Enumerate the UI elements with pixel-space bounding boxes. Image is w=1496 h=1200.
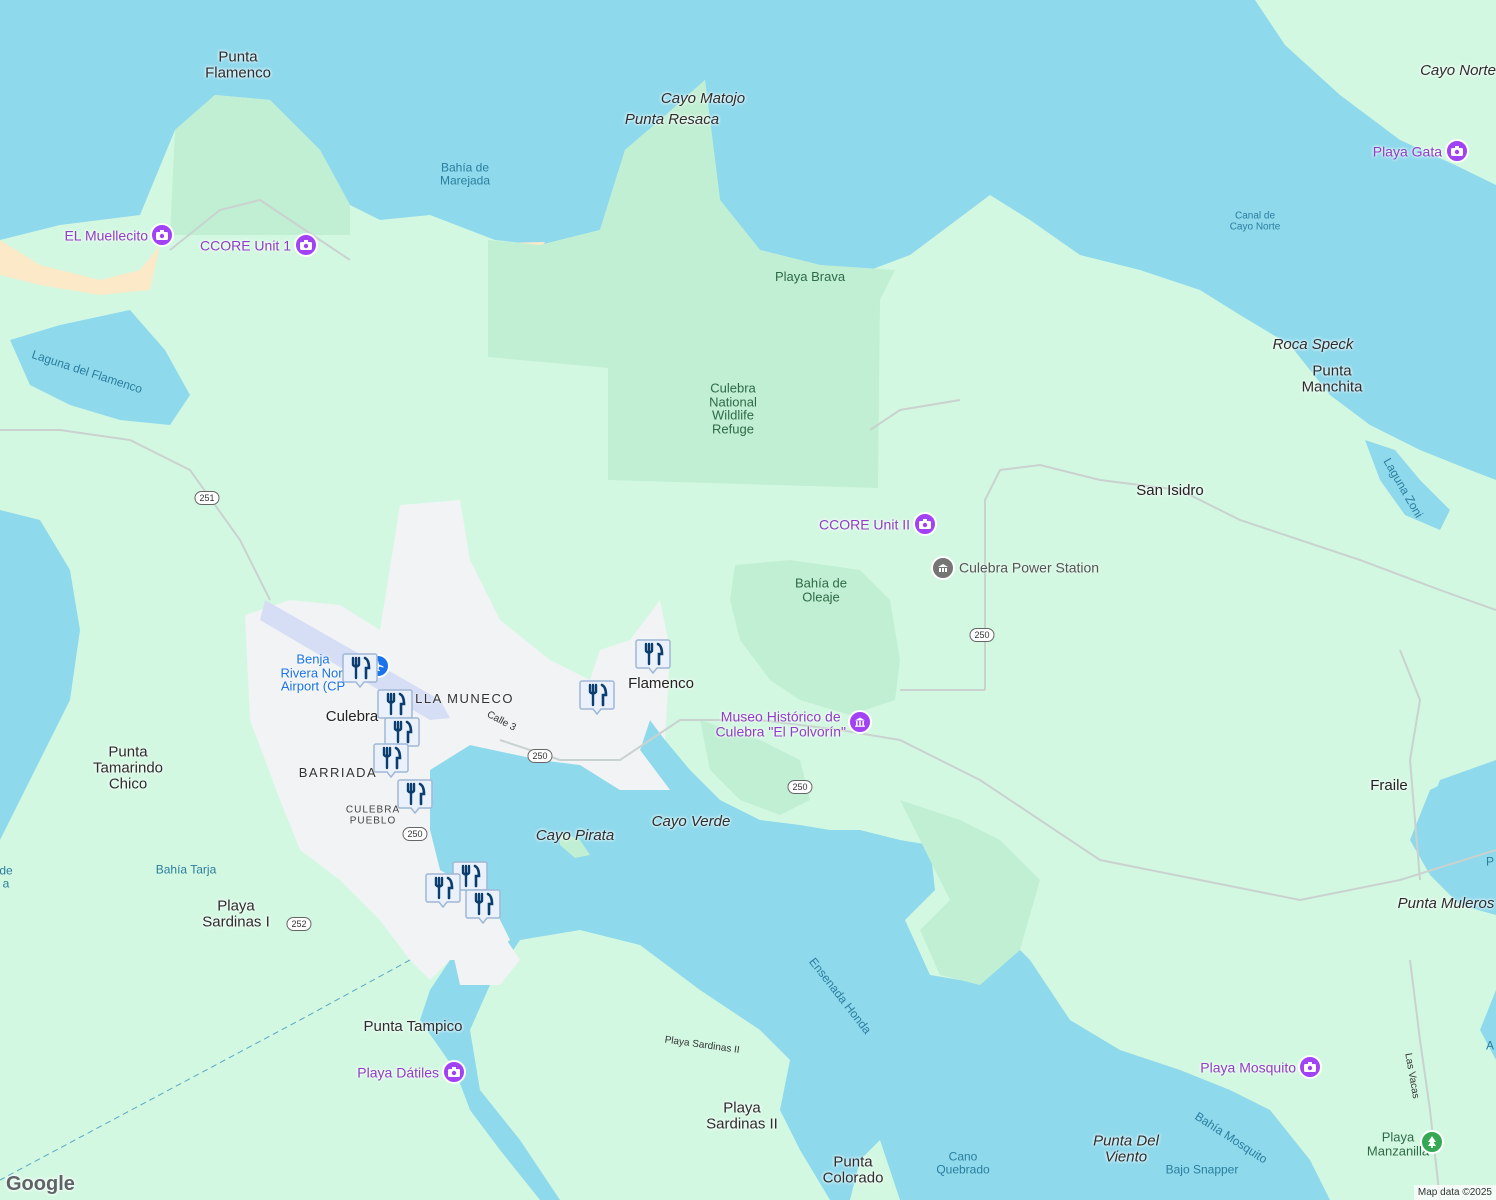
route-shield-250: 250 [527, 749, 553, 763]
route-shield-250: 250 [969, 628, 995, 642]
camera-icon[interactable] [150, 223, 174, 247]
poi-culebra-power-station[interactable]: Culebra Power Station [959, 560, 1099, 576]
map-base-layer [0, 0, 1496, 1200]
label-punta-muleros: Punta Muleros [1397, 895, 1495, 913]
fork-knife-icon [373, 743, 409, 779]
fork-knife-icon [465, 889, 501, 925]
camera-icon[interactable] [294, 233, 318, 257]
label-bajo-snapper: Bajo Snapper [1165, 1162, 1239, 1177]
poi-ccore-unit-1[interactable]: CCORE Unit 1 [200, 238, 291, 254]
label-roca-speck: Roca Speck [1272, 336, 1354, 354]
fork-knife-icon [342, 653, 378, 689]
label-barriada: BARRIADA [298, 765, 378, 781]
restaurant-pin[interactable] [425, 872, 461, 909]
label-cano-quebrado: Cano Quebrado [936, 1149, 990, 1176]
label-canal-cayo-norte: Canal de Cayo Norte [1229, 210, 1281, 232]
museum-icon[interactable] [848, 710, 872, 734]
label-punta-del-viento: Punta Del Viento [1093, 1132, 1159, 1165]
label-cayo-norte: Cayo Norte [1420, 62, 1496, 80]
fork-knife-icon [579, 680, 615, 716]
label-punta-manchita: Punta Manchita [1301, 362, 1363, 395]
camera-icon[interactable] [1445, 139, 1469, 163]
label-flamenco: Flamenco [628, 675, 694, 693]
fork-knife-icon [635, 639, 671, 675]
camera-icon[interactable] [1298, 1055, 1322, 1079]
camera-icon[interactable] [913, 512, 937, 536]
poi-playa-datiles[interactable]: Playa Dátiles [357, 1065, 439, 1081]
restaurant-pin[interactable] [373, 742, 409, 779]
label-cayo-verde: Cayo Verde [651, 813, 731, 831]
google-logo: Google [6, 1173, 75, 1195]
restaurant-pin[interactable] [342, 652, 378, 689]
map-canvas[interactable]: Punta Flamenco Cayo Matojo Punta Resaca … [0, 0, 1496, 1200]
route-shield-251: 251 [194, 491, 220, 505]
label-bahia-marejada: Bahía de Marejada [439, 160, 491, 187]
label-punta-tampico: Punta Tampico [363, 1018, 463, 1036]
label-fraile: Fraile [1370, 777, 1408, 795]
label-culebra: Culebra [325, 708, 379, 726]
restaurant-pin[interactable] [465, 888, 501, 925]
label-right-edge-p: P [1485, 854, 1495, 869]
label-punta-flamenco: Punta Flamenco [205, 48, 271, 81]
tree-icon[interactable] [1420, 1130, 1444, 1154]
label-culebra-nwr: Culebra National Wildlife Refuge [709, 380, 757, 437]
label-right-edge-a: A [1485, 1038, 1495, 1053]
label-punta-tamarindo: Punta Tamarindo Chico [92, 743, 164, 792]
restaurant-pin[interactable] [635, 638, 671, 675]
label-bahia-tarja: Bahía Tarja [155, 862, 217, 877]
poi-el-muellecito[interactable]: EL Muellecito [64, 228, 148, 244]
label-playa-sardinas-i: Playa Sardinas I [202, 897, 270, 930]
building-icon[interactable] [931, 556, 955, 580]
label-punta-colorado: Punta Colorado [822, 1153, 884, 1186]
fork-knife-icon [397, 779, 433, 815]
map-attribution[interactable]: Map data ©2025 [1413, 1185, 1496, 1200]
poi-playa-gata[interactable]: Playa Gata [1373, 144, 1442, 160]
poi-museo-polvorin[interactable]: Museo Histórico de Culebra "El Polvorín" [715, 709, 846, 739]
poi-playa-mosquito[interactable]: Playa Mosquito [1200, 1060, 1296, 1076]
poi-ccore-unit-2[interactable]: CCORE Unit II [819, 517, 910, 533]
label-punta-resaca: Punta Resaca [624, 111, 720, 129]
camera-icon[interactable] [442, 1060, 466, 1084]
label-cayo-matojo: Cayo Matojo [660, 90, 746, 108]
route-shield-250: 250 [787, 780, 813, 794]
label-playa-sardinas-ii: Playa Sardinas II [706, 1099, 778, 1132]
label-culebra-pueblo: CULEBRA PUEBLO [345, 804, 401, 826]
route-shield-252: 252 [286, 917, 312, 931]
label-villa-muneco: ILLA MUNECO [410, 691, 514, 707]
fork-knife-icon [425, 873, 461, 909]
restaurant-pin[interactable] [579, 679, 615, 716]
route-shield-250: 250 [402, 827, 428, 841]
label-left-edge: de a [0, 863, 13, 890]
label-cayo-pirata: Cayo Pirata [535, 827, 615, 845]
restaurant-pin[interactable] [397, 778, 433, 815]
label-bahia-oleaje: Bahía de Oleaje [794, 575, 848, 604]
label-san-isidro: San Isidro [1136, 482, 1204, 500]
poi-airport[interactable]: Benja Rivera Nori Airport (CP [280, 652, 345, 694]
label-playa-brava: Playa Brava [774, 269, 846, 285]
